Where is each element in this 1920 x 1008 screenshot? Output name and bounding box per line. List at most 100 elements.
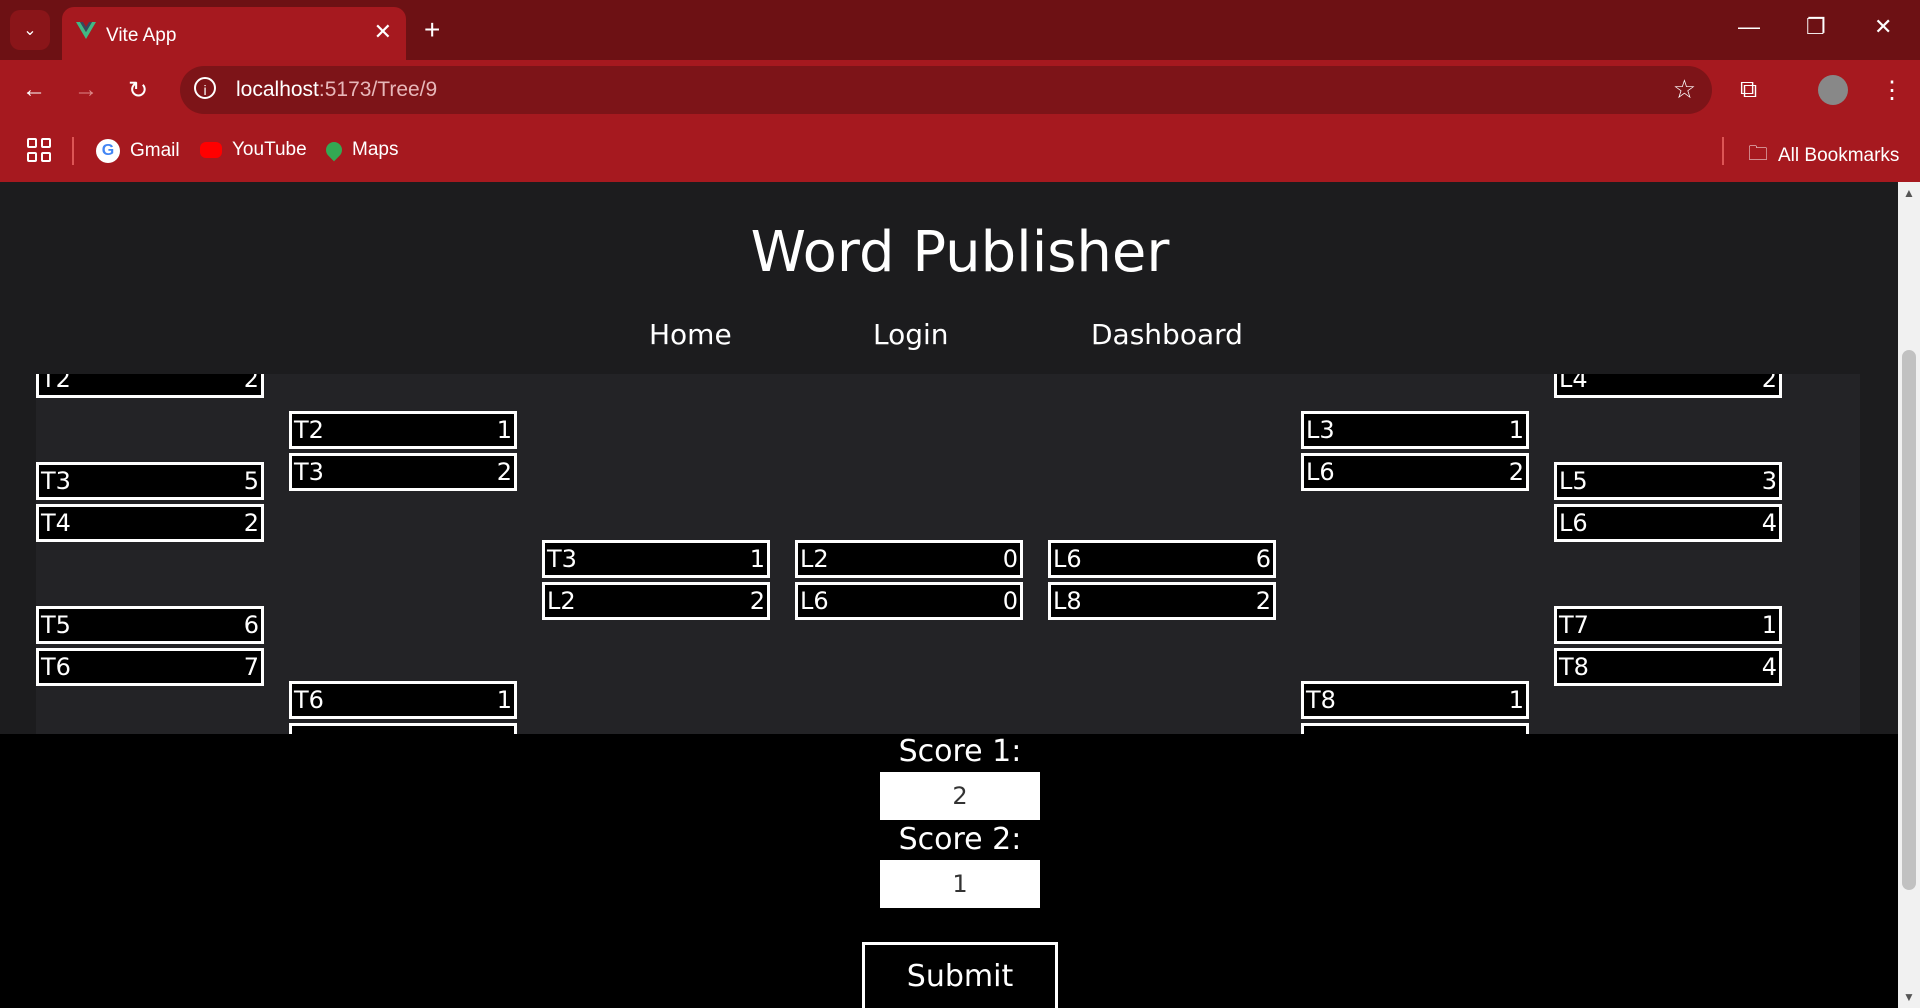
scroll-down-icon[interactable]: ▼ (1903, 990, 1915, 1004)
team-score: 2 (496, 458, 512, 486)
team-score: 2 (749, 587, 765, 615)
score1-input[interactable] (880, 772, 1040, 820)
bracket-match[interactable]: T2 1 T3 2 (289, 411, 517, 495)
bracket-match[interactable]: L2 0 L6 0 (795, 540, 1023, 624)
bracket-match[interactable]: T5 6 T6 7 (36, 606, 264, 690)
apps-grid-icon[interactable] (27, 138, 51, 162)
browser-tab[interactable]: Vite App ✕ (62, 7, 406, 60)
bracket-team-slot[interactable]: L4 2 (1554, 374, 1782, 398)
new-tab-icon[interactable]: + (424, 14, 440, 46)
close-tab-icon[interactable]: ✕ (374, 19, 392, 45)
bracket-team-slot[interactable]: T6 1 (289, 681, 517, 719)
tab-title: Vite App (106, 25, 177, 46)
bracket-match[interactable]: L6 6 L8 2 (1048, 540, 1276, 624)
bookmark-gmail[interactable]: G Gmail (96, 139, 180, 163)
bookmark-star-icon[interactable]: ☆ (1673, 74, 1696, 105)
team-name: T8 (1559, 653, 1589, 681)
menu-kebab-icon[interactable]: ⋮ (1880, 76, 1904, 105)
bracket-team-slot[interactable]: T3 2 (289, 453, 517, 491)
team-score: 1 (1761, 611, 1777, 639)
score2-input[interactable] (880, 860, 1040, 908)
team-score: 2 (1761, 374, 1777, 393)
bracket-area[interactable]: T2 2 T3 5 T4 2 T5 6 T6 7 T2 1 T3 2 T6 1 T3 1 L2 2 L2 0 L6 0 L6 6 L… (0, 374, 1898, 734)
bookmark-youtube[interactable]: YouTube (200, 139, 307, 161)
team-name: T6 (41, 653, 71, 681)
bracket-match[interactable]: L3 1 L6 2 (1301, 411, 1529, 495)
team-score: 2 (1255, 587, 1271, 615)
team-score: 0 (1002, 587, 1018, 615)
bracket-team-slot[interactable]: L5 3 (1554, 462, 1782, 500)
team-name: L6 (1306, 458, 1335, 486)
team-name: L2 (547, 587, 576, 615)
forward-icon[interactable]: → (74, 76, 98, 104)
submit-button[interactable]: Submit (862, 942, 1058, 1008)
bracket-match[interactable]: T8 1 (1301, 681, 1529, 734)
scroll-thumb[interactable] (1902, 350, 1916, 890)
extensions-icon[interactable]: ⧉ (1740, 76, 1757, 104)
close-window-icon[interactable]: ✕ (1874, 14, 1892, 40)
bracket-team-slot[interactable]: T5 6 (36, 606, 264, 644)
team-score: 4 (1761, 653, 1777, 681)
bracket-team-slot[interactable]: L6 2 (1301, 453, 1529, 491)
bracket-match[interactable]: L4 2 (1554, 374, 1782, 402)
bracket-team-slot[interactable]: T7 1 (1554, 606, 1782, 644)
bracket-team-slot[interactable]: T3 5 (36, 462, 264, 500)
bracket-team-slot[interactable]: L6 6 (1048, 540, 1276, 578)
bracket-team-slot[interactable]: T6 7 (36, 648, 264, 686)
bracket-team-slot[interactable]: L2 2 (542, 582, 770, 620)
nav-dashboard[interactable]: Dashboard (1091, 318, 1243, 351)
tab-search-button[interactable]: ⌄ (10, 10, 50, 50)
team-name: L4 (1559, 374, 1588, 393)
scroll-up-icon[interactable]: ▲ (1903, 186, 1915, 200)
browser-tab-strip: ⌄ Vite App ✕ + — ❐ ✕ (0, 0, 1920, 60)
back-icon[interactable]: ← (22, 76, 46, 104)
url-text[interactable]: localhost:5173/Tree/9 (236, 78, 437, 102)
profile-avatar[interactable] (1818, 75, 1848, 105)
bracket-team-slot[interactable]: T3 1 (542, 540, 770, 578)
bookmarks-divider (72, 137, 74, 165)
bracket-team-slot[interactable]: T2 2 (36, 374, 264, 398)
bracket-match[interactable]: T2 2 (36, 374, 264, 402)
bracket-match[interactable]: L5 3 L6 4 (1554, 462, 1782, 546)
site-info-icon[interactable]: i (194, 77, 216, 99)
address-bar[interactable]: i localhost:5173/Tree/9 ☆ (180, 66, 1712, 114)
team-name: L3 (1306, 416, 1335, 444)
nav-login[interactable]: Login (873, 318, 949, 351)
team-name: T5 (41, 611, 71, 639)
team-name: T4 (41, 509, 71, 537)
reload-icon[interactable]: ↻ (128, 76, 148, 105)
browser-toolbar: ← → ↻ i localhost:5173/Tree/9 ☆ ⧉ ⋮ (0, 60, 1920, 120)
bracket-team-slot[interactable]: T8 4 (1554, 648, 1782, 686)
bracket-match[interactable]: T7 1 T8 4 (1554, 606, 1782, 690)
bracket-match[interactable]: T3 5 T4 2 (36, 462, 264, 546)
folder-icon: 🗀 (1748, 143, 1768, 165)
bracket-team-slot[interactable]: L6 0 (795, 582, 1023, 620)
bracket-match[interactable]: T3 1 L2 2 (542, 540, 770, 624)
bracket-team-slot[interactable]: L3 1 (1301, 411, 1529, 449)
bookmark-maps[interactable]: Maps (322, 138, 398, 162)
score2-label: Score 2: (898, 822, 1022, 857)
team-name: L2 (800, 545, 829, 573)
all-bookmarks-button[interactable]: 🗀 All Bookmarks (1748, 139, 1899, 173)
team-score: 6 (1255, 545, 1271, 573)
bracket-team-slot[interactable] (289, 723, 517, 734)
team-score: 0 (1002, 545, 1018, 573)
team-name: L6 (1053, 545, 1082, 573)
team-score: 5 (243, 467, 259, 495)
nav-home[interactable]: Home (649, 318, 732, 351)
bracket-match[interactable]: T6 1 (289, 681, 517, 734)
bracket-team-slot[interactable]: T2 1 (289, 411, 517, 449)
team-score: 6 (243, 611, 259, 639)
youtube-icon (200, 142, 222, 158)
bracket-team-slot[interactable]: L8 2 (1048, 582, 1276, 620)
bracket-team-slot[interactable]: T8 1 (1301, 681, 1529, 719)
page-scrollbar[interactable]: ▲ ▼ (1898, 182, 1920, 1008)
bracket-team-slot[interactable] (1301, 723, 1529, 734)
team-name: T3 (547, 545, 577, 573)
bracket-team-slot[interactable]: T4 2 (36, 504, 264, 542)
minimize-icon[interactable]: — (1738, 14, 1760, 40)
restore-icon[interactable]: ❐ (1806, 14, 1826, 40)
bracket-team-slot[interactable]: L2 0 (795, 540, 1023, 578)
bracket-team-slot[interactable]: L6 4 (1554, 504, 1782, 542)
team-score: 1 (496, 416, 512, 444)
